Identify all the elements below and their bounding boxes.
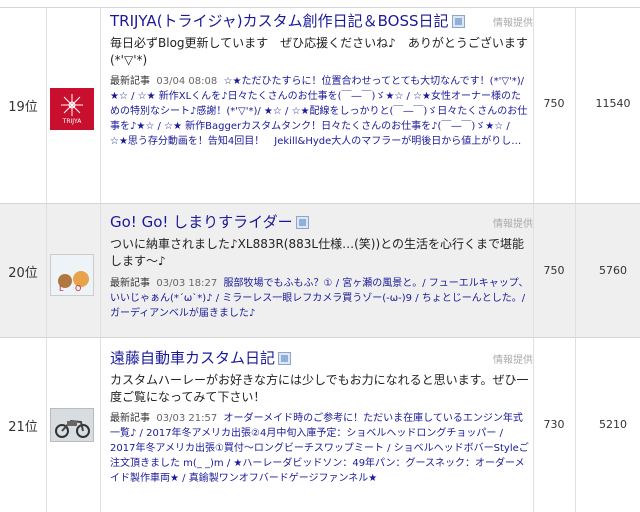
latest-date: 03/03 21:57 bbox=[156, 413, 218, 424]
point-count: 5210 bbox=[599, 418, 627, 431]
thumbnail-caption: TRIJYA bbox=[62, 118, 82, 125]
info-provided-link[interactable]: 情報提供 bbox=[473, 14, 533, 29]
latest-date: 03/04 08:08 bbox=[156, 76, 218, 87]
blog-description: カスタムハーレーがお好きな方には少しでもお力になれると思います。ぜひ一度ご覧にな… bbox=[110, 373, 529, 404]
latest-label: 最新記事 bbox=[110, 413, 150, 424]
row-separator bbox=[0, 0, 640, 8]
view-count: 750 bbox=[543, 264, 565, 277]
rss-icon[interactable] bbox=[278, 352, 292, 365]
svg-text:L: L bbox=[59, 284, 64, 293]
rank-label: 19位 bbox=[8, 100, 38, 115]
blog-title-link[interactable]: 遠藤自動車カスタム日記 bbox=[110, 349, 530, 367]
blog-title-link[interactable]: Go! Go! しまりすライダー bbox=[110, 213, 530, 231]
blog-thumbnail[interactable]: TRIJYA bbox=[50, 88, 94, 130]
info-provided-link[interactable]: 情報提供 bbox=[473, 215, 533, 230]
ranking-row: 19位 TRIJYA TRIJYA(トライジャ)カスタム創作日記＆BOSS日記 … bbox=[0, 8, 640, 204]
latest-articles: 最新記事 03/03 18:27 服部牧場でもふもふ？① / 宮ヶ瀬の風景と。/… bbox=[110, 276, 530, 321]
rss-icon[interactable] bbox=[295, 216, 309, 229]
ranking-row: 20位 L O Go! Go! しまりすライダー ついに納車されました♪XL88… bbox=[0, 204, 640, 338]
motorcycle-photo-icon bbox=[51, 409, 93, 441]
rank-label: 20位 bbox=[8, 266, 38, 281]
blog-title-link[interactable]: TRIJYA(トライジャ)カスタム創作日記＆BOSS日記 bbox=[110, 12, 530, 30]
latest-label: 最新記事 bbox=[110, 278, 150, 289]
ranking-row: 21位 遠藤自動車カスタム日記 カスタムハーレーがお好きな方には少しでもお力にな… bbox=[0, 338, 640, 512]
latest-articles: 最新記事 03/04 08:08 ☆★ただひたすらに！位置合わせってとても大切な… bbox=[110, 74, 530, 149]
blog-thumbnail[interactable] bbox=[50, 408, 94, 442]
rss-icon[interactable] bbox=[451, 15, 465, 28]
blog-description: ついに納車されました♪XL883R(883L仕様…(笑))との生活を心行くまで堪… bbox=[110, 237, 525, 268]
latest-label: 最新記事 bbox=[110, 76, 150, 87]
latest-articles: 最新記事 03/03 21:57 オーダーメイド時のご参考に！ただいま在庫してい… bbox=[110, 411, 530, 486]
point-count: 11540 bbox=[595, 97, 631, 110]
rank-label: 21位 bbox=[8, 420, 38, 435]
point-count: 5760 bbox=[599, 264, 627, 277]
info-provided-link[interactable]: 情報提供 bbox=[473, 351, 533, 366]
svg-text:O: O bbox=[75, 284, 81, 293]
view-count: 750 bbox=[543, 97, 565, 110]
latest-date: 03/03 18:27 bbox=[156, 278, 218, 289]
view-count: 730 bbox=[543, 418, 565, 431]
squirrel-rider-icon: L O bbox=[51, 255, 93, 295]
blog-description: 毎日必ずBlog更新しています ぜひ応援くださいね♪ ありがとうございます(*'… bbox=[110, 36, 528, 67]
blog-thumbnail[interactable]: L O bbox=[50, 254, 94, 296]
